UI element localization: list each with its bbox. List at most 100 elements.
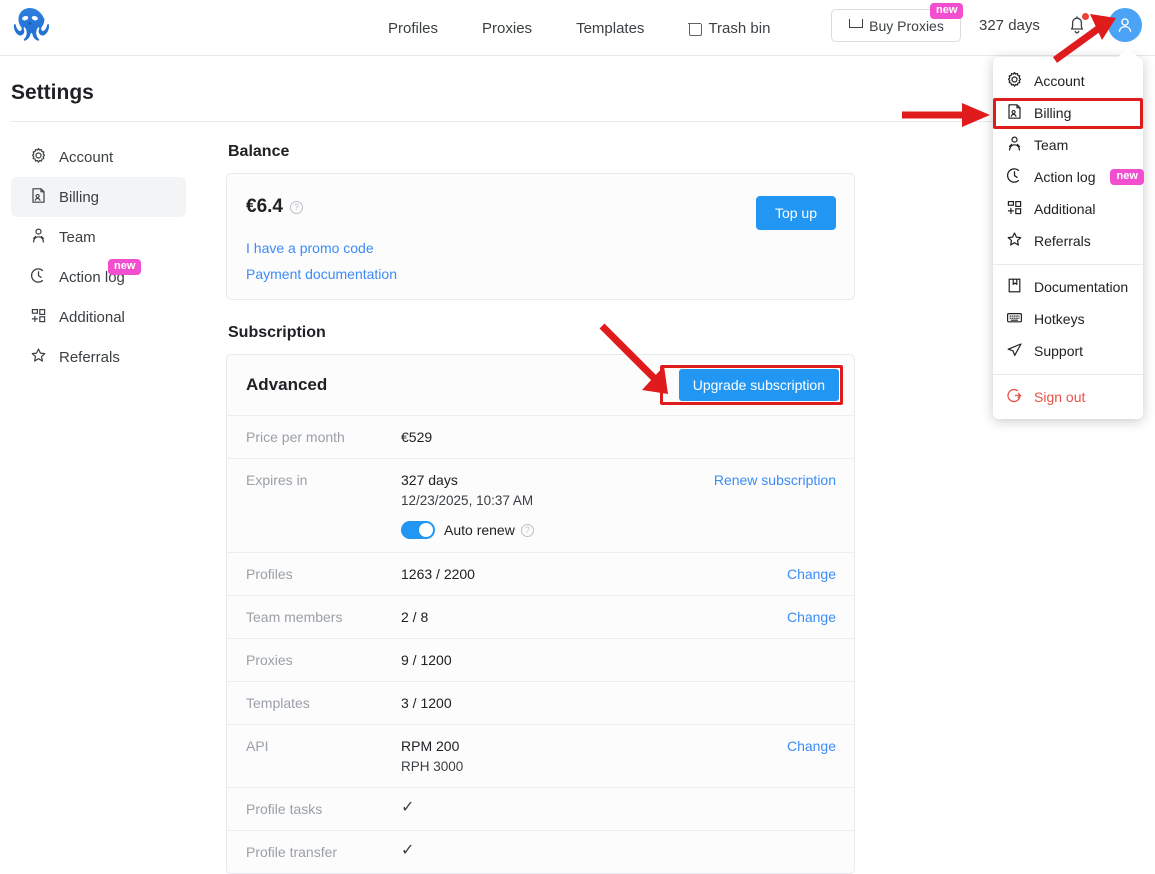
- change-api-link[interactable]: Change: [787, 738, 836, 754]
- sidebar-item-label: Additional: [59, 308, 125, 326]
- gear-icon: [30, 147, 47, 168]
- expires-date: 12/23/2025, 10:37 AM: [401, 493, 534, 508]
- sidebar-item-label: Referrals: [59, 348, 120, 366]
- plan-name: Advanced: [246, 375, 328, 394]
- subscription-header: Advanced Upgrade subscription: [227, 355, 854, 415]
- nav-item-templates[interactable]: Templates: [554, 0, 666, 56]
- nav-item-trash-bin[interactable]: Trash bin: [666, 0, 792, 56]
- dropdown-item-hotkeys[interactable]: Hotkeys: [993, 303, 1143, 335]
- sidebar-item-referrals[interactable]: Referrals: [11, 337, 186, 377]
- profile-tasks-checkmark: ✓: [401, 799, 415, 816]
- billing-content: Balance €6.4 ? I have a promo code Payme…: [226, 137, 855, 874]
- nav-label: Trash bin: [708, 19, 771, 37]
- row-label: Templates: [246, 695, 310, 711]
- row-label: Profile transfer: [246, 844, 338, 860]
- nav-item-proxies[interactable]: Proxies: [460, 0, 554, 56]
- balance-amount: €6.4: [246, 196, 283, 217]
- sidebar-action-log-new-badge: new: [108, 259, 142, 275]
- dropdown-divider-2: [993, 374, 1143, 375]
- api-rpm: RPM 200: [401, 738, 460, 754]
- expires-days: 327 days: [401, 472, 458, 488]
- dropdown-item-account[interactable]: Account: [993, 65, 1143, 97]
- clock-icon: [1006, 167, 1023, 187]
- dropdown-item-label: Team: [1034, 137, 1069, 153]
- row-label: Profiles: [246, 566, 293, 582]
- dropdown-divider: [993, 264, 1143, 265]
- main-navigation: Profiles Proxies Templates Trash bin: [388, 0, 792, 56]
- sidebar-item-billing[interactable]: Billing: [11, 177, 186, 217]
- dropdown-item-label: Account: [1034, 73, 1085, 89]
- dropdown-item-support[interactable]: Support: [993, 335, 1143, 367]
- auto-renew-toggle[interactable]: [401, 521, 435, 539]
- auto-renew-label: Auto renew: [444, 522, 515, 538]
- send-icon: [1006, 341, 1023, 361]
- star-icon: [1006, 231, 1023, 251]
- sidebar-item-label: Billing: [59, 188, 100, 206]
- payment-documentation-link[interactable]: Payment documentation: [246, 266, 835, 282]
- dropdown-item-label: Support: [1034, 343, 1084, 359]
- account-avatar[interactable]: [1108, 8, 1142, 42]
- sidebar-item-account[interactable]: Account: [11, 137, 186, 177]
- subscription-days-label: 327 days: [979, 17, 1040, 34]
- table-row: API RPM 200 RPH 3000 Change: [227, 724, 854, 787]
- change-team-members-link[interactable]: Change: [787, 609, 836, 625]
- sign-out-icon: [1006, 387, 1023, 407]
- team-icon: [30, 227, 47, 248]
- action-log-new-badge: new: [1110, 169, 1144, 185]
- sidebar-item-label: Team: [59, 228, 96, 246]
- row-value-group: RPM 200 RPH 3000: [401, 738, 463, 774]
- gear-icon: [1006, 71, 1023, 91]
- dropdown-item-team[interactable]: Team: [993, 129, 1143, 161]
- table-row: Profile tasks ✓: [227, 787, 854, 830]
- dropdown-item-billing[interactable]: Billing: [993, 97, 1143, 129]
- table-row: Templates 3 / 1200: [227, 681, 854, 724]
- top-up-button[interactable]: Top up: [755, 196, 836, 230]
- grid-icon: [30, 307, 47, 328]
- auto-renew-control: Auto renew ?: [401, 521, 534, 539]
- dropdown-item-additional[interactable]: Additional: [993, 193, 1143, 225]
- dropdown-item-label: Documentation: [1034, 279, 1129, 295]
- nav-item-profiles[interactable]: Profiles: [388, 0, 460, 56]
- promo-code-link[interactable]: I have a promo code: [246, 240, 835, 256]
- balance-help-icon[interactable]: ?: [289, 200, 303, 214]
- settings-sidebar: Account Billing Team Action log new Addi…: [11, 137, 186, 377]
- auto-renew-help-icon[interactable]: ?: [520, 523, 534, 537]
- table-row: Proxies 9 / 1200: [227, 638, 854, 681]
- row-value: 9 / 1200: [401, 652, 452, 668]
- row-value: 3 / 1200: [401, 695, 452, 711]
- sidebar-item-action-log[interactable]: Action log new: [11, 257, 186, 297]
- balance-links: I have a promo code Payment documentatio…: [246, 240, 835, 282]
- balance-card: €6.4 ? I have a promo code Payment docum…: [226, 173, 855, 300]
- dropdown-item-label: Sign out: [1034, 389, 1086, 405]
- clock-icon: [30, 267, 47, 288]
- row-value: 1263 / 2200: [401, 566, 475, 582]
- octo-browser-logo[interactable]: [8, 3, 52, 49]
- dropdown-item-label: Referrals: [1034, 233, 1091, 249]
- sidebar-item-team[interactable]: Team: [11, 217, 186, 257]
- notification-indicator-dot: [1082, 13, 1089, 20]
- subscription-section-title: Subscription: [228, 324, 326, 341]
- dropdown-item-referrals[interactable]: Referrals: [993, 225, 1143, 257]
- dropdown-item-action-log[interactable]: Action log new: [993, 161, 1144, 193]
- nav-label: Templates: [576, 19, 645, 37]
- upgrade-subscription-button[interactable]: Upgrade subscription: [678, 369, 839, 401]
- row-label: Expires in: [246, 472, 308, 488]
- dropdown-item-label: Additional: [1034, 201, 1096, 217]
- account-dropdown-menu: Account Billing Team Action log new Addi…: [993, 57, 1144, 419]
- sidebar-item-additional[interactable]: Additional: [11, 297, 186, 337]
- buy-proxies-new-badge: new: [930, 3, 964, 19]
- row-label: Team members: [246, 609, 343, 625]
- dropdown-item-documentation[interactable]: Documentation: [993, 271, 1143, 303]
- dropdown-item-sign-out[interactable]: Sign out: [993, 381, 1143, 413]
- table-row: Expires in 327 days 12/23/2025, 10:37 AM…: [227, 458, 854, 552]
- shopping-cart-icon: [848, 19, 864, 32]
- balance-section-title: Balance: [228, 143, 290, 160]
- dropdown-item-label: Hotkeys: [1034, 311, 1085, 327]
- title-divider: [11, 121, 1144, 122]
- change-profiles-link[interactable]: Change: [787, 566, 836, 582]
- nav-label: Profiles: [388, 19, 439, 37]
- row-label: Proxies: [246, 652, 293, 668]
- billing-icon: [30, 187, 47, 208]
- renew-subscription-link[interactable]: Renew subscription: [714, 472, 836, 488]
- book-icon: [1006, 277, 1023, 297]
